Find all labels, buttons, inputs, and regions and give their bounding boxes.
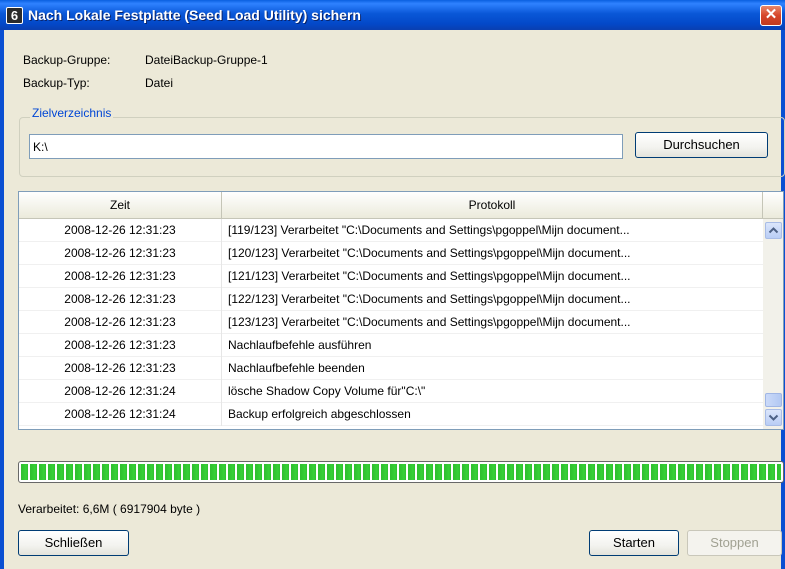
window-title: Nach Lokale Festplatte (Seed Load Utilit… (28, 7, 361, 23)
progress-fill (21, 464, 781, 480)
target-directory-legend: Zielverzeichnis (30, 106, 114, 120)
chevron-up-icon (768, 227, 779, 234)
log-table-header: Zeit Protokoll (19, 192, 783, 219)
table-row[interactable]: 2008-12-26 12:31:23 [122/123] Verarbeite… (19, 288, 763, 311)
stop-button: Stoppen (687, 530, 782, 556)
log-rows: 2008-12-26 12:31:23 [119/123] Verarbeite… (19, 219, 763, 426)
row-message: [121/123] Verarbeitet "C:\Documents and … (228, 269, 631, 283)
row-time: 2008-12-26 12:31:24 (19, 403, 222, 426)
start-button[interactable]: Starten (589, 530, 679, 556)
title-bar[interactable]: 6 Nach Lokale Festplatte (Seed Load Util… (0, 0, 785, 30)
row-message: Backup erfolgreich abgeschlossen (228, 407, 411, 421)
row-message: lösche Shadow Copy Volume für"C:\" (228, 384, 426, 398)
log-scrollbar[interactable] (763, 219, 783, 429)
row-time: 2008-12-26 12:31:23 (19, 219, 222, 242)
scroll-up-button[interactable] (765, 222, 782, 239)
row-time: 2008-12-26 12:31:23 (19, 357, 222, 380)
backup-type-value: Datei (145, 76, 174, 90)
table-row[interactable]: 2008-12-26 12:31:23 [120/123] Verarbeite… (19, 242, 763, 265)
backup-progress-bar (18, 461, 784, 483)
backup-type-label: Backup-Typ: (23, 76, 90, 90)
row-message: [119/123] Verarbeitet "C:\Documents and … (228, 223, 630, 237)
processed-status: Verarbeitet: 6,6M ( 6917904 byte ) (18, 502, 201, 516)
chevron-down-icon (768, 414, 779, 421)
backup-group-label: Backup-Gruppe: (23, 53, 111, 67)
column-header-time[interactable]: Zeit (19, 192, 222, 219)
row-time: 2008-12-26 12:31:23 (19, 311, 222, 334)
close-icon[interactable]: ✕ (760, 5, 782, 26)
table-row[interactable]: 2008-12-26 12:31:23 Nachlaufbefehle ausf… (19, 334, 763, 357)
scroll-thumb[interactable] (765, 393, 782, 407)
row-time: 2008-12-26 12:31:23 (19, 265, 222, 288)
row-message: Nachlaufbefehle beenden (228, 361, 365, 375)
scroll-down-button[interactable] (765, 409, 782, 426)
row-message: Nachlaufbefehle ausführen (228, 338, 372, 352)
table-row[interactable]: 2008-12-26 12:31:24 Backup erfolgreich a… (19, 403, 763, 426)
backup-group-value: DateiBackup-Gruppe-1 (145, 53, 268, 67)
row-message: [123/123] Verarbeitet "C:\Documents and … (228, 315, 631, 329)
row-time: 2008-12-26 12:31:23 (19, 288, 222, 311)
row-message: [120/123] Verarbeitet "C:\Documents and … (228, 246, 631, 260)
table-row[interactable]: 2008-12-26 12:31:23 [121/123] Verarbeite… (19, 265, 763, 288)
table-row[interactable]: 2008-12-26 12:31:23 Nachlaufbefehle been… (19, 357, 763, 380)
window-frame-left (0, 30, 4, 569)
app-icon: 6 (6, 7, 23, 24)
row-message: [122/123] Verarbeitet "C:\Documents and … (228, 292, 631, 306)
column-header-log[interactable]: Protokoll (222, 192, 763, 219)
close-button[interactable]: Schließen (18, 530, 129, 556)
table-row[interactable]: 2008-12-26 12:31:23 [119/123] Verarbeite… (19, 219, 763, 242)
row-time: 2008-12-26 12:31:23 (19, 334, 222, 357)
log-table: Zeit Protokoll 2008-12-26 12:31:23 [119/… (18, 191, 784, 430)
row-time: 2008-12-26 12:31:24 (19, 380, 222, 403)
target-path-input[interactable]: K:\ (29, 134, 623, 159)
table-row[interactable]: 2008-12-26 12:31:23 [123/123] Verarbeite… (19, 311, 763, 334)
table-row[interactable]: 2008-12-26 12:31:24 lösche Shadow Copy V… (19, 380, 763, 403)
row-time: 2008-12-26 12:31:23 (19, 242, 222, 265)
browse-button[interactable]: Durchsuchen (635, 132, 768, 158)
